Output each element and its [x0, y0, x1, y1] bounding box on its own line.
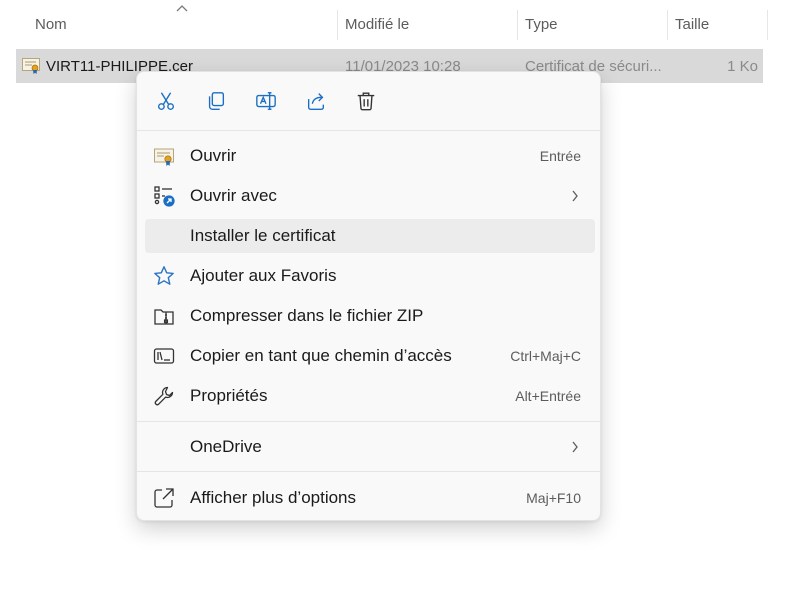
certificate-file-icon [22, 58, 40, 74]
menu-item-open-with[interactable]: Ouvrir avec [145, 179, 595, 213]
open-with-icon [153, 185, 175, 207]
wrench-icon [153, 385, 175, 407]
certificate-icon [153, 145, 175, 167]
column-header-name[interactable]: Nom [27, 0, 337, 48]
menu-item-onedrive[interactable]: OneDrive [145, 430, 595, 464]
menu-separator [137, 421, 600, 422]
menu-item-add-favorites[interactable]: Ajouter aux Favoris [145, 259, 595, 293]
menu-item-shortcut: Maj+F10 [526, 490, 581, 506]
menu-separator [137, 471, 600, 472]
cut-icon [157, 92, 175, 110]
menu-item-label: Ouvrir [190, 146, 237, 165]
share-icon [307, 93, 325, 110]
context-quick-actions [137, 72, 600, 130]
star-icon [153, 265, 175, 287]
menu-item-label: Ouvrir avec [190, 186, 277, 205]
copy-path-icon [153, 345, 175, 367]
chevron-right-icon [572, 441, 578, 453]
chevron-right-icon [572, 190, 578, 202]
menu-item-shortcut: Entrée [539, 148, 581, 164]
menu-item-show-more-options[interactable]: Afficher plus d’options Maj+F10 [145, 481, 595, 515]
context-menu: Ouvrir Entrée Ouvrir avec Installer le c… [136, 71, 601, 521]
list-header: Nom Modifié le Type Taille [0, 0, 785, 48]
menu-item-label: Propriétés [190, 386, 268, 405]
menu-item-shortcut: Ctrl+Maj+C [510, 348, 581, 364]
menu-item-label: OneDrive [190, 437, 262, 456]
menu-separator [137, 130, 600, 131]
menu-item-copy-path[interactable]: Copier en tant que chemin d’accès Ctrl+M… [145, 339, 595, 373]
column-header-modified[interactable]: Modifié le [337, 0, 517, 48]
rename-icon [256, 92, 276, 110]
zip-folder-icon [153, 305, 175, 327]
copy-icon [208, 92, 225, 110]
menu-item-open[interactable]: Ouvrir Entrée [145, 139, 595, 173]
column-header-size[interactable]: Taille [667, 0, 767, 48]
menu-item-label: Ajouter aux Favoris [190, 266, 337, 285]
menu-item-install-certificate[interactable]: Installer le certificat [145, 219, 595, 253]
delete-icon [357, 92, 375, 111]
menu-item-shortcut: Alt+Entrée [515, 388, 581, 404]
menu-item-label: Compresser dans le fichier ZIP [190, 306, 424, 325]
menu-item-label: Afficher plus d’options [190, 488, 357, 507]
menu-item-properties[interactable]: Propriétés Alt+Entrée [145, 379, 595, 413]
column-divider[interactable] [767, 10, 768, 40]
delete-button[interactable] [351, 86, 381, 116]
menu-item-label: Installer le certificat [190, 226, 336, 245]
share-button[interactable] [301, 86, 331, 116]
copy-button[interactable] [201, 86, 231, 116]
more-options-icon [153, 487, 175, 509]
rename-button[interactable] [251, 86, 281, 116]
column-header-type[interactable]: Type [517, 0, 667, 48]
file-size: 1 Ko [727, 58, 758, 75]
menu-item-compress-zip[interactable]: Compresser dans le fichier ZIP [145, 299, 595, 333]
menu-item-label: Copier en tant que chemin d’accès [190, 346, 452, 365]
cut-button[interactable] [151, 86, 181, 116]
